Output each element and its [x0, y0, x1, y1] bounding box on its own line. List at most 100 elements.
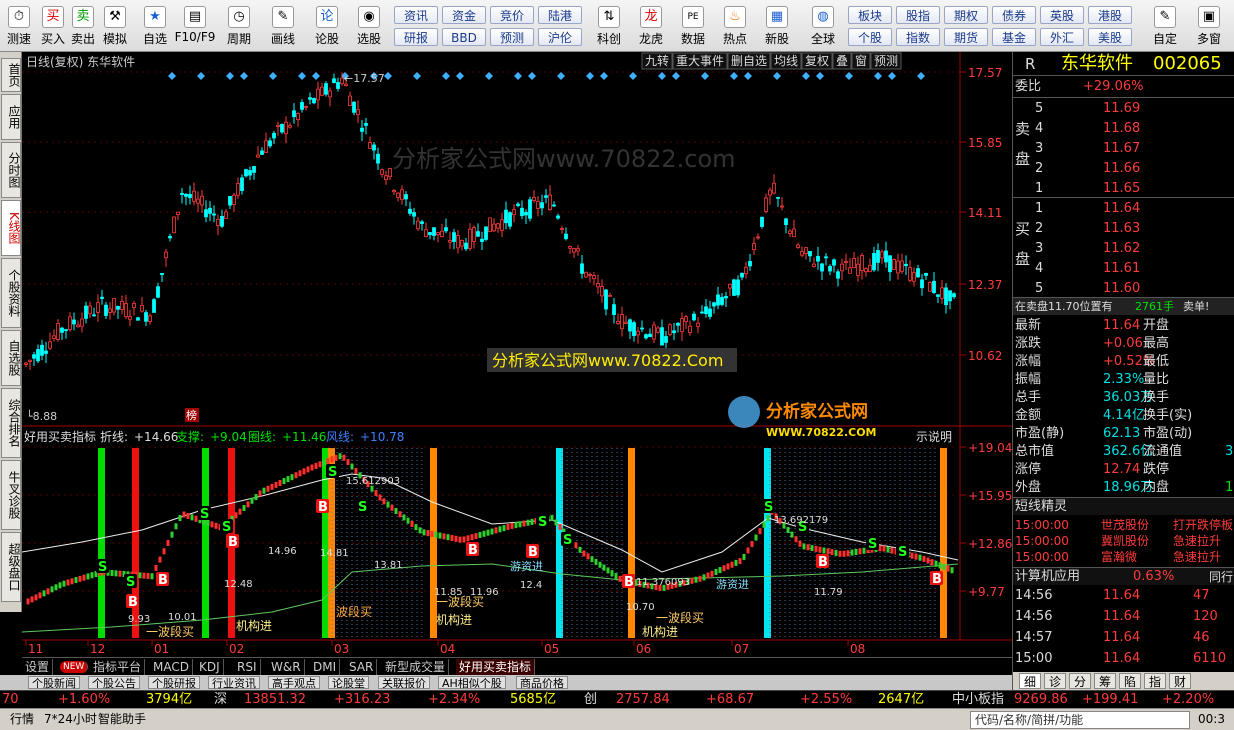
- search-input[interactable]: 代码/名称/简拼/功能: [970, 711, 1190, 729]
- stock-index-button[interactable]: 股指: [896, 6, 940, 24]
- panel-tab[interactable]: 筹: [1094, 673, 1116, 689]
- panel-tab[interactable]: 指: [1144, 673, 1166, 689]
- candle-body: [640, 327, 644, 330]
- chart-canvas[interactable]: 日线(复权) 东华软件 九转 重大事件 删自选 均线 复权叠窗预测 17.57 15.85 14…: [22, 52, 1012, 657]
- cell-text: 外盘: [1015, 480, 1042, 495]
- new-volume-tab[interactable]: 新型成交量: [382, 659, 450, 675]
- ah-similar-tab[interactable]: AH相似个股: [438, 676, 506, 690]
- tab-diagnosis[interactable]: 牛叉诊股: [1, 460, 21, 530]
- panel-tab[interactable]: 分: [1069, 673, 1091, 689]
- status-24h[interactable]: 7*24小时: [44, 709, 97, 729]
- expert-view-tab[interactable]: 高手观点: [268, 676, 320, 690]
- dragon-tiger-button[interactable]: 龙龙虎: [634, 4, 668, 50]
- cell-text: 最新: [1015, 318, 1042, 333]
- forex-button[interactable]: 外汇: [1040, 28, 1084, 46]
- buy-sell-indicator-tab[interactable]: 好用买卖指标: [456, 659, 536, 675]
- auction-button[interactable]: 竞价: [490, 6, 534, 24]
- hk-stock-button[interactable]: 港股: [1088, 6, 1132, 24]
- tab-ranking[interactable]: 综合排名: [1, 388, 21, 458]
- sar-tab[interactable]: SAR: [346, 659, 378, 675]
- discuss-button[interactable]: 论论股: [310, 4, 344, 50]
- tab-apps[interactable]: 应用: [1, 94, 21, 140]
- sector-button[interactable]: 板块: [848, 6, 892, 24]
- status-quote[interactable]: 行情: [10, 709, 34, 729]
- bonds-button[interactable]: 债券: [992, 6, 1036, 24]
- tab-order-book[interactable]: 超级盘口: [1, 532, 21, 602]
- data-button[interactable]: PE 数据: [676, 4, 710, 50]
- annot-value: 14.81: [320, 548, 349, 559]
- annot-value: 13.692179: [774, 515, 828, 526]
- period-button[interactable]: ◷ 周期: [222, 4, 256, 50]
- status-bar: 行情 7*24小时 智能助手 代码/名称/简拼/功能 00:3: [0, 708, 1234, 730]
- ind-candle: [734, 559, 738, 566]
- panel-tab[interactable]: 陷: [1119, 673, 1141, 689]
- individual-stock-button[interactable]: 个股: [848, 28, 892, 46]
- funds-button[interactable]: 资金: [442, 6, 486, 24]
- ind-candle: [586, 553, 590, 560]
- forecast-button[interactable]: 预测: [490, 28, 534, 46]
- funds-market-button[interactable]: 基金: [992, 28, 1036, 46]
- custom-button[interactable]: ✎ 自定: [1148, 4, 1182, 50]
- ind-candle: [726, 563, 730, 570]
- ipo-button[interactable]: ▦ 新股: [760, 4, 794, 50]
- industry-news-tab[interactable]: 行业资讯: [208, 676, 260, 690]
- stock-news-tab[interactable]: 个股新闻: [28, 676, 80, 690]
- multi-window-button[interactable]: ▣ 多窗: [1192, 4, 1226, 50]
- status-time: 00:3: [1198, 712, 1225, 726]
- ind-candle: [702, 574, 706, 581]
- candle-body: [348, 95, 352, 107]
- buy-level-row: 3 11.62: [1013, 240, 1234, 258]
- candle-body: [368, 142, 372, 149]
- dmi-tab[interactable]: DMI: [310, 659, 341, 675]
- bbd-button[interactable]: BBD: [442, 28, 486, 46]
- low-price-label: └8.88: [26, 409, 57, 423]
- us-stock-button[interactable]: 美股: [1088, 28, 1132, 46]
- panel-tab[interactable]: 诊: [1044, 673, 1066, 689]
- related-quote-tab[interactable]: 关联报价: [378, 676, 430, 690]
- draw-line-button[interactable]: ✎ 画线: [266, 4, 300, 50]
- options-button[interactable]: 期权: [944, 6, 988, 24]
- kline-chart-area[interactable]: 日线(复权) 东华软件 九转 重大事件 删自选 均线 复权叠窗预测 17.57 15.85 14…: [22, 52, 1012, 657]
- simulate-button[interactable]: ⚒ 模拟: [98, 4, 132, 50]
- candle-body: [76, 324, 80, 328]
- tab-watchlist[interactable]: 自选股: [1, 330, 21, 386]
- panel-tab[interactable]: 财: [1169, 673, 1191, 689]
- date-tick-label: 11: [28, 642, 43, 656]
- futures-button[interactable]: 期货: [944, 28, 988, 46]
- candle-body: [512, 209, 516, 216]
- status-assistant[interactable]: 智能助手: [98, 709, 146, 729]
- stock-announce-tab[interactable]: 个股公告: [88, 676, 140, 690]
- indicator-platform-tab[interactable]: 指标平台: [90, 659, 146, 675]
- forum-tab[interactable]: 论股堂: [328, 676, 369, 690]
- stock-screen-button[interactable]: ◉ 选股: [352, 4, 386, 50]
- settings-tab[interactable]: 设置: [22, 659, 54, 675]
- index-button[interactable]: 指数: [896, 28, 940, 46]
- stock-research-tab[interactable]: 个股研报: [148, 676, 200, 690]
- tab-kline[interactable]: K线图: [1, 200, 21, 256]
- tab-home[interactable]: 首页: [1, 58, 21, 92]
- news-button[interactable]: 资讯: [394, 6, 438, 24]
- cell-text: 内盘: [1143, 480, 1170, 495]
- hotspot-button[interactable]: ♨ 热点: [718, 4, 752, 50]
- global-button[interactable]: ◍ 全球: [806, 4, 840, 50]
- panel-tab[interactable]: 细: [1019, 673, 1041, 689]
- tab-intraday[interactable]: 分时图: [1, 142, 21, 198]
- ind-candle: [502, 525, 506, 532]
- star-board-button[interactable]: ⇅ 科创: [592, 4, 626, 50]
- hk-connect-button[interactable]: 陆港: [538, 6, 582, 24]
- shanghai-london-button[interactable]: 沪伦: [538, 28, 582, 46]
- f10-button[interactable]: ▤ F10/F9: [175, 4, 215, 50]
- candle-body: [464, 242, 468, 250]
- research-button[interactable]: 研报: [394, 28, 438, 46]
- tab-stock-profile[interactable]: 个股资料: [1, 258, 21, 328]
- uk-stock-button[interactable]: 英股: [1040, 6, 1084, 24]
- rsi-tab[interactable]: RSI: [234, 659, 261, 675]
- sector-row[interactable]: 计算机应用 0.63% 同行: [1013, 567, 1234, 585]
- wr-tab[interactable]: W&R: [268, 659, 305, 675]
- commodity-price-tab[interactable]: 商品价格: [516, 676, 568, 690]
- macd-tab[interactable]: MACD: [150, 659, 193, 675]
- watchlist-button[interactable]: ★ 自选: [138, 4, 172, 50]
- stat-row: 市盈(静) 62.13 市盈(动): [1013, 425, 1234, 443]
- candle-body: [404, 194, 408, 200]
- kdj-tab[interactable]: KDJ: [196, 659, 224, 675]
